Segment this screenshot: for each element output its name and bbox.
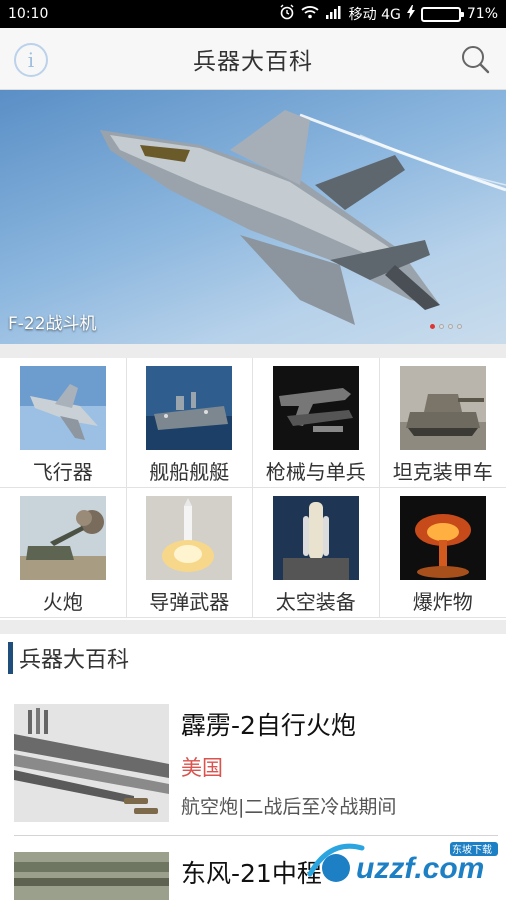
- section-accent-bar: [8, 642, 13, 674]
- category-space[interactable]: 太空装备: [253, 488, 380, 618]
- article-title: 霹雳-2自行火炮: [181, 711, 356, 740]
- firearm-thumbnail: [272, 366, 359, 450]
- category-artillery[interactable]: 火炮: [0, 488, 127, 618]
- category-label: 火炮: [42, 590, 83, 614]
- aircraft-thumbnail: [19, 366, 106, 450]
- category-firearms[interactable]: 枪械与单兵: [253, 358, 380, 488]
- tank-thumbnail: [399, 366, 486, 450]
- carousel-dot[interactable]: [448, 324, 453, 329]
- category-missiles[interactable]: 导弹武器: [126, 488, 253, 618]
- category-grid: 飞行器 舰船舰艇 枪械与单兵 坦克装甲车 火炮 导弹武器 太空装备 爆炸物: [0, 358, 506, 620]
- carousel-dot[interactable]: [430, 324, 435, 329]
- category-label: 枪械与单兵: [265, 460, 366, 484]
- article-tags: 航空炮|二战后至冷战期间: [181, 796, 397, 818]
- article-meta: 霹雳-2自行火炮 美国 航空炮|二战后至冷战期间: [181, 704, 396, 822]
- explosive-thumbnail: [399, 496, 486, 580]
- section-header: 兵器大百科: [0, 634, 506, 682]
- category-aircraft[interactable]: 飞行器: [0, 358, 127, 488]
- info-icon[interactable]: i: [14, 43, 48, 77]
- battery-icon: [420, 6, 464, 22]
- page-title: 兵器大百科: [193, 48, 313, 75]
- category-explosives[interactable]: 爆炸物: [379, 488, 506, 618]
- article-thumbnail: [14, 704, 169, 822]
- missile-thumbnail: [146, 496, 233, 580]
- space-thumbnail: [272, 496, 359, 580]
- search-icon[interactable]: [460, 44, 490, 74]
- carrier-label: 移动 4G: [348, 7, 401, 23]
- category-tanks[interactable]: 坦克装甲车: [379, 358, 506, 488]
- carousel-dot[interactable]: [439, 324, 444, 329]
- charging-icon: [406, 5, 415, 23]
- article-thumbnail: [14, 852, 169, 900]
- hero-banner[interactable]: F-22战斗机: [0, 90, 506, 344]
- signal-icon: [325, 5, 343, 23]
- alarm-icon: [279, 4, 295, 24]
- banner-caption: F-22战斗机: [8, 314, 97, 334]
- category-label: 导弹武器: [149, 590, 230, 614]
- wifi-icon: [301, 5, 319, 23]
- battery-percent: 71%: [466, 6, 498, 22]
- artillery-thumbnail: [19, 496, 106, 580]
- fighter-jet-image: [100, 110, 506, 325]
- category-label: 飞行器: [32, 460, 93, 484]
- category-label: 舰船舰艇: [149, 460, 230, 484]
- category-label: 爆炸物: [412, 590, 473, 614]
- category-ships[interactable]: 舰船舰艇: [126, 358, 253, 488]
- article-country: 美国: [181, 756, 223, 780]
- carousel-dot[interactable]: [457, 324, 462, 329]
- category-label: 坦克装甲车: [392, 460, 493, 484]
- watermark-logo: uzzf.com 东坡下载: [300, 834, 500, 892]
- category-label: 太空装备: [275, 590, 356, 614]
- carousel-indicator: [430, 324, 462, 329]
- svg-text:uzzf.com: uzzf.com: [356, 852, 484, 885]
- watermark-tagline: 东坡下载: [452, 843, 492, 856]
- status-time: 10:10: [8, 6, 49, 22]
- status-bar: 10:10 移动 4G 71%: [0, 0, 506, 28]
- status-icons: 移动 4G 71%: [279, 4, 498, 24]
- section-title: 兵器大百科: [19, 648, 130, 673]
- list-item[interactable]: 霹雳-2自行火炮 美国 航空炮|二战后至冷战期间: [14, 704, 498, 822]
- app-header: i 兵器大百科: [0, 28, 506, 90]
- ship-thumbnail: [146, 366, 233, 450]
